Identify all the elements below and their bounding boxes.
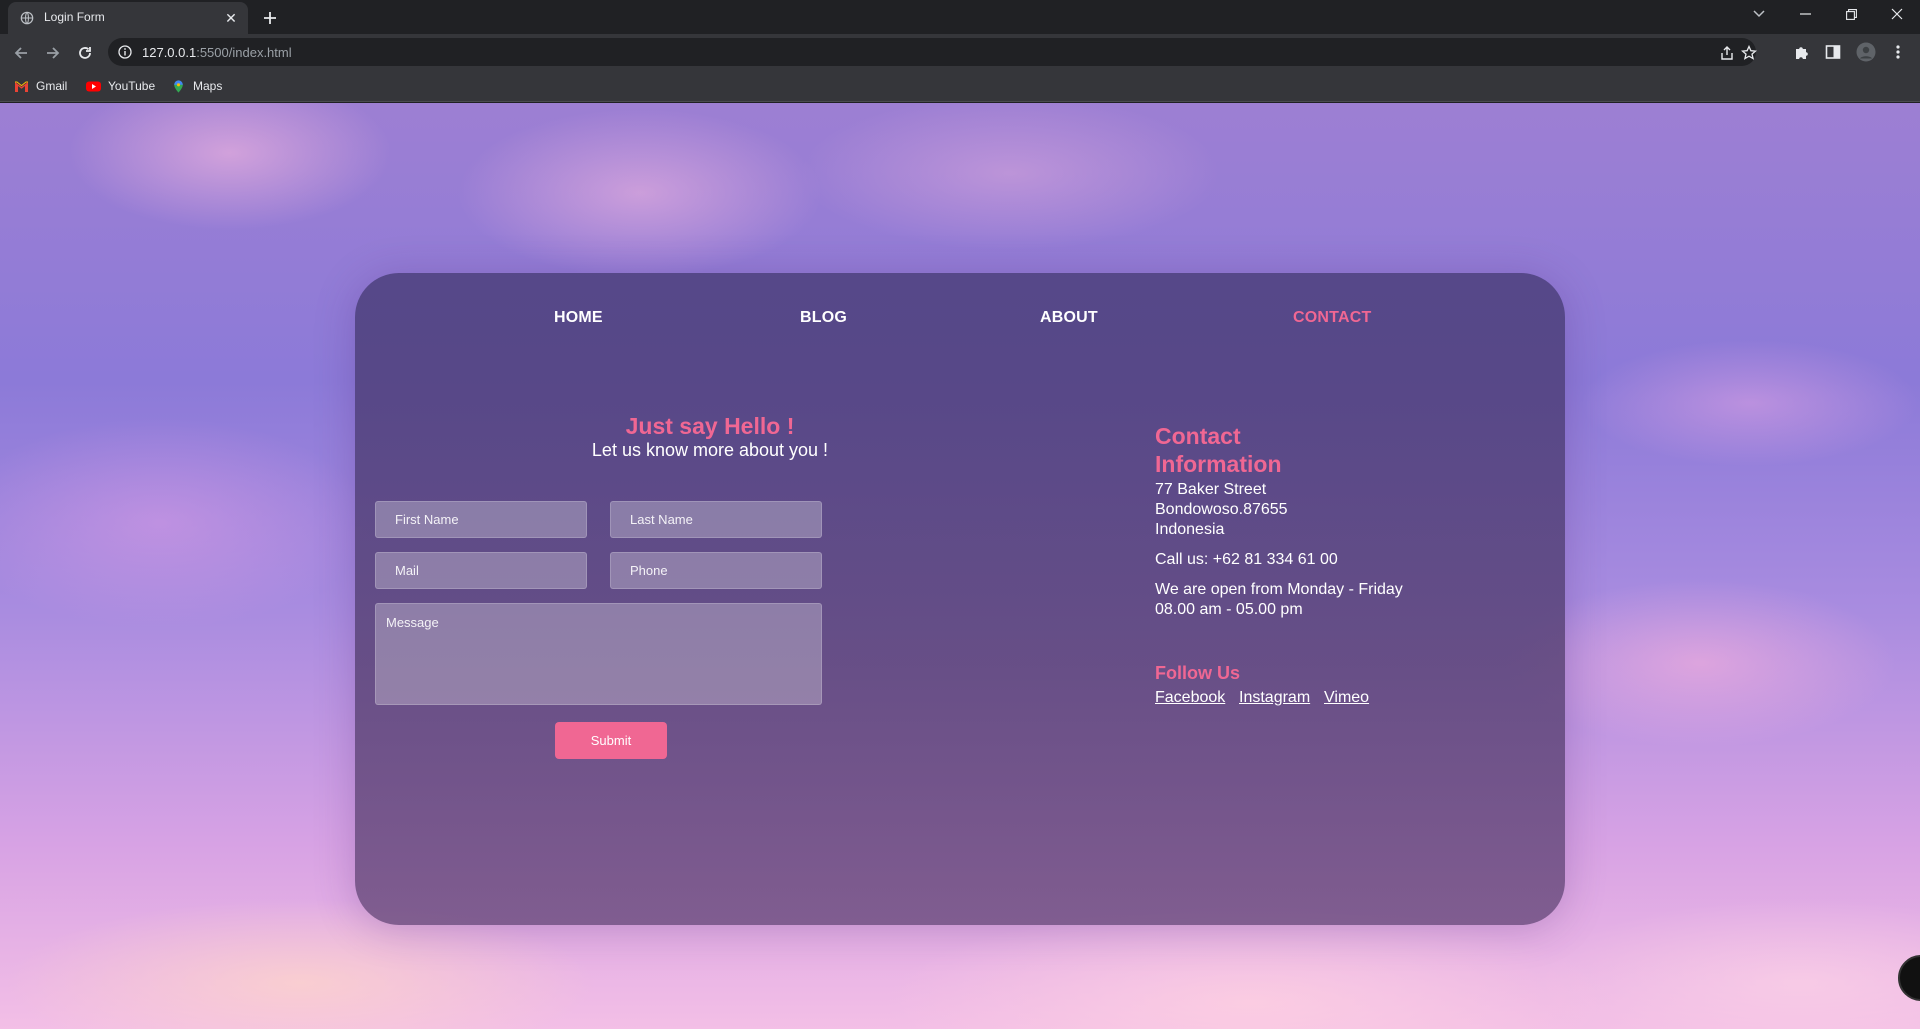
browser-tab[interactable]: Login Form ✕ xyxy=(8,2,248,34)
bookmarks-bar: Gmail YouTube Maps xyxy=(0,70,1920,102)
side-panel-icon[interactable] xyxy=(1822,41,1844,63)
page-viewport: HOME BLOG ABOUT CONTACT Just say Hello !… xyxy=(0,103,1920,1029)
address-line-3: Indonesia xyxy=(1155,521,1225,538)
last-name-input[interactable] xyxy=(610,501,822,538)
contact-card: HOME BLOG ABOUT CONTACT Just say Hello !… xyxy=(355,273,1565,925)
reload-button[interactable] xyxy=(73,41,97,65)
follow-us-title: Follow Us xyxy=(1155,663,1240,683)
bookmark-star-icon[interactable] xyxy=(1740,44,1758,62)
plus-icon xyxy=(264,12,276,24)
message-textarea[interactable] xyxy=(375,603,822,705)
restore-icon xyxy=(1845,8,1857,20)
close-tab-icon[interactable]: ✕ xyxy=(222,9,240,27)
info-icon[interactable] xyxy=(118,45,132,59)
kebab-menu-icon[interactable] xyxy=(1887,41,1909,63)
phone-input[interactable] xyxy=(610,552,822,589)
bookmark-gmail[interactable]: Gmail xyxy=(14,77,67,95)
bookmark-label: Gmail xyxy=(36,79,68,93)
nav-about[interactable]: ABOUT xyxy=(1040,309,1098,327)
browser-toolbar: 127.0.0.1:5500/index.html xyxy=(0,34,1920,70)
address-line-2: Bondowoso.87655 xyxy=(1155,501,1288,518)
minimize-icon xyxy=(1799,13,1811,15)
profile-avatar-icon[interactable] xyxy=(1855,41,1877,63)
contact-info-title: Contact Information xyxy=(1155,423,1282,477)
address-line-1: 77 Baker Street xyxy=(1155,481,1267,498)
social-link-facebook[interactable]: Facebook xyxy=(1155,689,1225,707)
share-icon[interactable] xyxy=(1718,44,1736,62)
social-link-vimeo[interactable]: Vimeo xyxy=(1324,689,1369,707)
bookmark-label: YouTube xyxy=(108,79,156,93)
minimize-button[interactable] xyxy=(1782,0,1828,28)
phone-text: Call us: +62 81 334 61 00 xyxy=(1155,551,1338,568)
new-tab-button[interactable] xyxy=(258,6,282,30)
gmail-icon xyxy=(15,81,28,92)
nav-blog[interactable]: BLOG xyxy=(800,309,847,327)
globe-icon xyxy=(20,11,34,25)
extensions-puzzle-icon[interactable] xyxy=(1791,41,1813,63)
close-icon xyxy=(1891,8,1903,20)
tab-strip: Login Form ✕ xyxy=(0,0,1920,34)
form-subtitle: Let us know more about you ! xyxy=(591,440,829,460)
form-title: Just say Hello ! xyxy=(625,413,795,439)
bookmark-youtube[interactable]: YouTube xyxy=(86,77,155,95)
url-text[interactable]: 127.0.0.1:5500/index.html xyxy=(142,45,292,60)
arrow-right-icon xyxy=(47,47,60,59)
bookmark-maps[interactable]: Maps xyxy=(171,77,222,95)
forward-button[interactable] xyxy=(41,41,65,65)
chevron-down-icon xyxy=(1753,10,1765,18)
nav-contact[interactable]: CONTACT xyxy=(1293,309,1371,327)
maps-icon xyxy=(174,79,183,93)
mail-input[interactable] xyxy=(375,552,587,589)
close-window-button[interactable] xyxy=(1874,0,1920,28)
arrow-left-icon xyxy=(14,47,27,59)
back-button[interactable] xyxy=(9,41,33,65)
tab-title: Login Form xyxy=(44,10,105,24)
submit-button[interactable]: Submit xyxy=(555,722,667,759)
floating-action-button[interactable] xyxy=(1898,955,1920,1001)
bookmark-label: Maps xyxy=(193,79,223,93)
social-link-instagram[interactable]: Instagram xyxy=(1239,689,1310,707)
restore-button[interactable] xyxy=(1828,0,1874,28)
nav-home[interactable]: HOME xyxy=(554,309,603,327)
first-name-input[interactable] xyxy=(375,501,587,538)
hours-line-1: We are open from Monday - Friday xyxy=(1155,581,1403,598)
youtube-icon xyxy=(86,81,101,91)
tab-search-button[interactable] xyxy=(1736,0,1782,28)
hours-line-2: 08.00 am - 05.00 pm xyxy=(1155,601,1303,618)
reload-icon xyxy=(79,47,91,59)
address-bar[interactable]: 127.0.0.1:5500/index.html xyxy=(108,38,1758,66)
